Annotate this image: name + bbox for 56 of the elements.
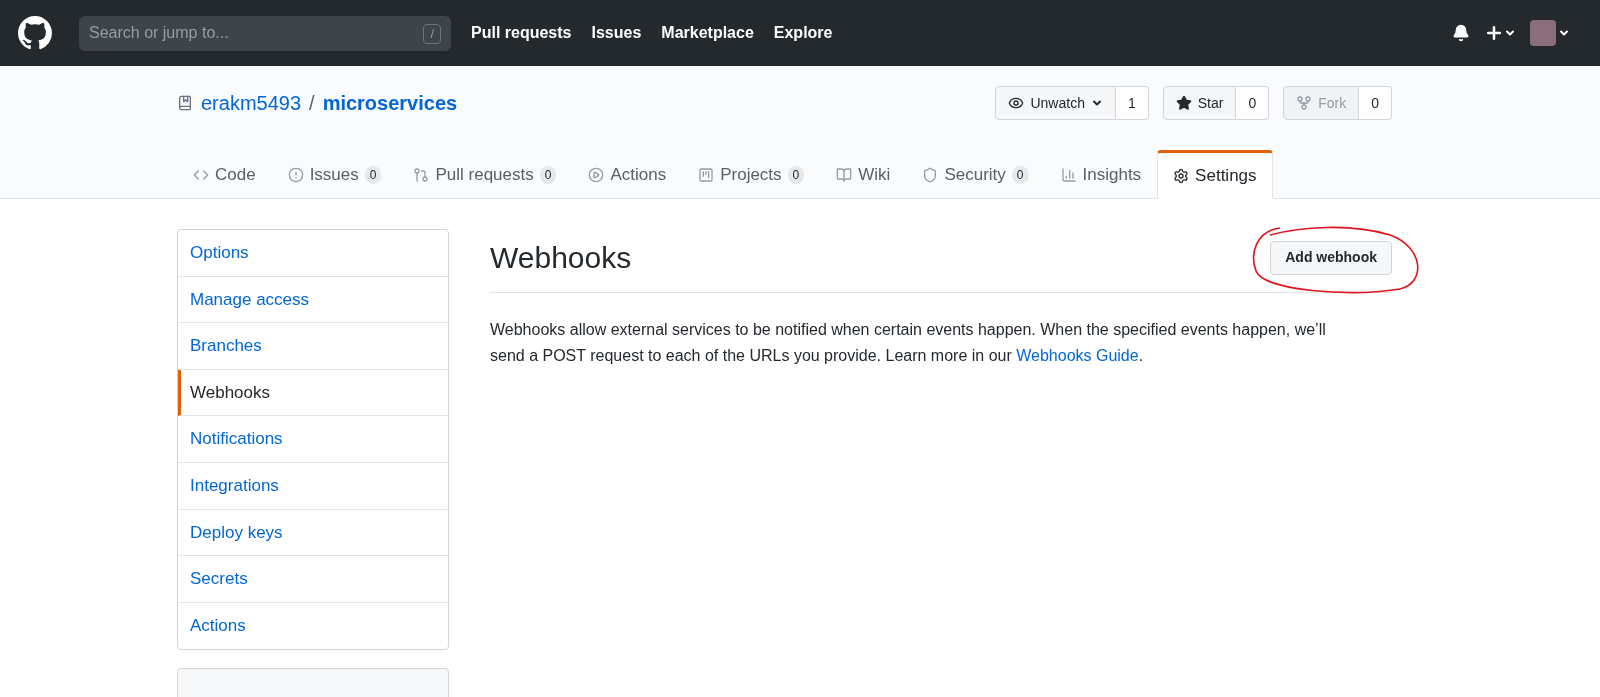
counter-badge: 0	[1011, 165, 1029, 184]
count-badge[interactable]: 1	[1115, 86, 1149, 120]
repo-tab[interactable]: Pull requests 0	[397, 150, 573, 199]
repo-tab[interactable]: Security 0	[906, 150, 1045, 199]
issue-icon	[287, 166, 304, 183]
shortcut-key: /	[423, 23, 441, 44]
repo-tab[interactable]: Issues 0	[271, 150, 398, 199]
description-text: Webhooks allow external services to be notified when certain events happen. When the specified events happen, we’ll send a POST request to each of the URLs you provide. Learn more in our Webhooks Guide.	[490, 320, 1327, 366]
star-icon	[1175, 95, 1192, 111]
menu-item[interactable]: Options	[178, 230, 448, 277]
repo-tab[interactable]: Wiki	[820, 150, 907, 199]
menu-item[interactable]: Actions	[178, 602, 448, 650]
menu-item[interactable]: Webhooks	[178, 369, 448, 417]
repo-tab[interactable]: Actions	[572, 150, 683, 199]
repo-tab[interactable]: Settings	[1157, 150, 1273, 199]
repo-tab[interactable]: Code	[177, 150, 272, 199]
repo-tab[interactable]: Insights	[1044, 150, 1158, 199]
menu-item[interactable]: Deploy keys	[178, 509, 448, 557]
watch-button[interactable]: Unwatch	[995, 86, 1116, 120]
star-button[interactable]: Star	[1162, 86, 1237, 120]
play-icon	[588, 166, 605, 183]
counter-badge: 0	[539, 165, 557, 184]
owner-link[interactable]: erakm5493	[201, 88, 302, 118]
menu-item[interactable]: Manage access	[178, 276, 448, 324]
menu-item[interactable]: Branches	[178, 323, 448, 370]
pull-request-icon	[413, 166, 430, 183]
count-badge[interactable]: 0	[1236, 86, 1270, 120]
path-separator: /	[309, 91, 315, 116]
nav-link[interactable]: Explore	[773, 21, 833, 45]
menu-item[interactable]: Notifications	[178, 416, 448, 463]
plus-icon	[1484, 23, 1504, 43]
repo-icon	[177, 95, 193, 111]
guide-link[interactable]: Webhooks Guide	[1016, 347, 1139, 364]
bar-chart-icon	[1060, 166, 1077, 183]
settings-icon	[1173, 167, 1190, 184]
board-icon	[698, 166, 715, 183]
avatar-placeholder	[1530, 20, 1556, 46]
nav-link[interactable]: Marketplace	[661, 21, 754, 45]
user-menu[interactable]	[1530, 20, 1570, 46]
counter-badge: 0	[787, 165, 805, 184]
fork-icon	[1296, 95, 1313, 111]
octocat-logo	[18, 16, 52, 50]
menu-item[interactable]: Secrets	[178, 556, 448, 603]
eye-icon	[1008, 95, 1025, 111]
repo-tab[interactable]: Projects 0	[682, 150, 821, 199]
shield-icon	[922, 166, 939, 183]
counter-badge: 0	[364, 165, 382, 184]
page-title: Webhooks	[490, 240, 632, 276]
nav-link[interactable]: Issues	[591, 21, 642, 45]
notification-bell-icon[interactable]	[1452, 24, 1470, 42]
nav-link[interactable]: Pull requests	[471, 21, 572, 45]
repo-link[interactable]: microservices	[322, 88, 458, 118]
menu-item[interactable]: Integrations	[178, 462, 448, 510]
book-icon	[836, 166, 853, 183]
add-webhook-button[interactable]: Add webhook	[1270, 240, 1392, 275]
create-menu[interactable]	[1484, 23, 1516, 43]
